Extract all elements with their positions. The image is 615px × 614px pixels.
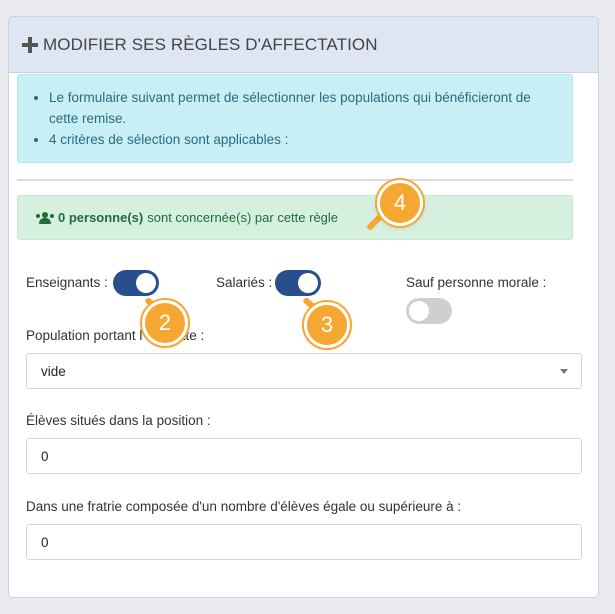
- info-alert: Le formulaire suivant permet de sélectio…: [17, 74, 573, 163]
- salaries-toggle[interactable]: [275, 270, 321, 296]
- personne-morale-toggle[interactable]: [406, 298, 452, 324]
- toggle-label-personne-morale: Sauf personne morale :: [406, 275, 547, 290]
- population-value: vide: [41, 363, 66, 379]
- divider: [17, 179, 573, 181]
- position-input[interactable]: 0: [26, 438, 582, 474]
- summary-text: sont concernée(s) par cette règle: [147, 210, 339, 225]
- plus-icon[interactable]: [22, 36, 38, 53]
- position-label: Élèves situés dans la position :: [26, 413, 211, 428]
- caret-down-icon: [560, 369, 568, 374]
- summary-alert: 0 personne(s) sont concernée(s) par cett…: [17, 195, 573, 240]
- fratrie-input[interactable]: 0: [26, 524, 582, 560]
- toggle-label-enseignants: Enseignants :: [26, 275, 108, 290]
- callout-badge-3: 3: [304, 302, 350, 348]
- info-item: Le formulaire suivant permet de sélectio…: [49, 87, 562, 129]
- toggle-knob: [409, 301, 429, 321]
- users-icon: [36, 211, 54, 224]
- enseignants-toggle[interactable]: [113, 270, 159, 296]
- fratrie-label: Dans une fratrie composée d'un nombre d'…: [26, 499, 462, 514]
- callout-badge-2: 2: [142, 300, 188, 346]
- fratrie-value: 0: [41, 534, 49, 550]
- position-value: 0: [41, 448, 49, 464]
- population-select[interactable]: vide: [26, 353, 582, 389]
- panel-header: MODIFIER SES RÈGLES D'AFFECTATION: [9, 17, 598, 73]
- affected-count: 0 personne(s): [58, 210, 144, 225]
- toggle-knob: [298, 273, 318, 293]
- info-item: 4 critères de sélection sont applicables…: [49, 129, 562, 150]
- toggle-label-salaries: Salariés :: [216, 275, 273, 290]
- callout-badge-4: 4: [377, 180, 423, 226]
- panel-title: MODIFIER SES RÈGLES D'AFFECTATION: [43, 34, 378, 54]
- toggle-knob: [136, 273, 156, 293]
